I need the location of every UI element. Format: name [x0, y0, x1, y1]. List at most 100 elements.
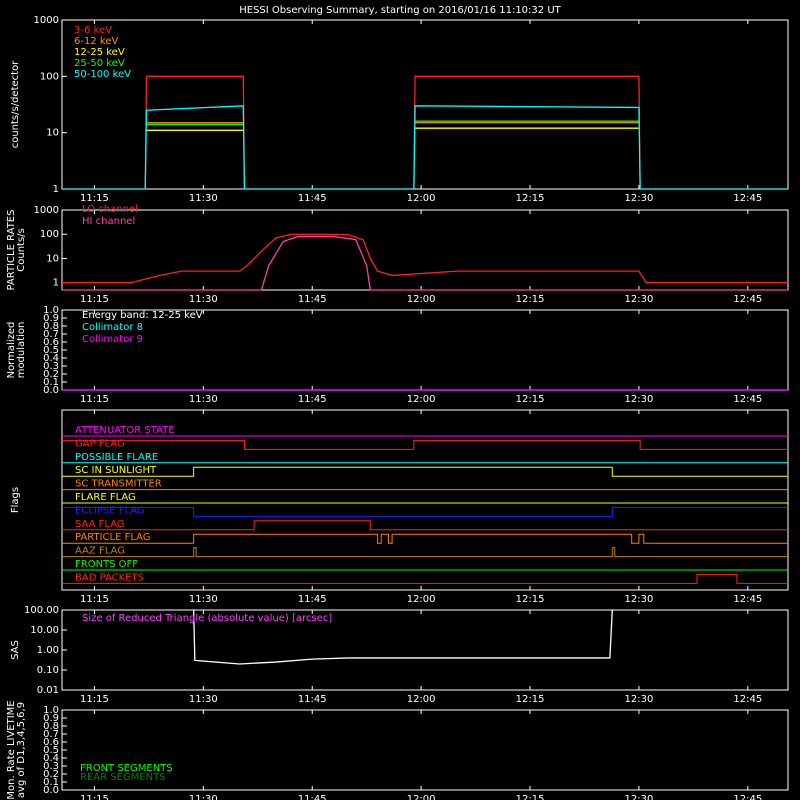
- x-tick-label: 11:45: [298, 594, 327, 605]
- x-tick-label: 11:30: [189, 694, 218, 705]
- y-tick-label: 1.0: [43, 705, 59, 716]
- x-tick-label: 12:30: [625, 694, 654, 705]
- flag-label: BAD PACKETS: [75, 572, 144, 583]
- plot-frame: [61, 309, 789, 391]
- y-axis-label: modulation: [16, 322, 27, 379]
- x-tick-label: 12:00: [407, 794, 436, 800]
- x-tick-label: 12:15: [516, 193, 545, 204]
- x-tick-label: 11:45: [298, 394, 327, 405]
- flag-label: FLARE FLAG: [75, 492, 136, 503]
- count-rates-panel: 11:15 11:30 11:45 12:00 12:15 12:30 12:45 1 10 10…: [10, 15, 789, 204]
- x-tick-label: 12:00: [407, 394, 436, 405]
- flag-label: FRONTS OFF: [75, 559, 138, 570]
- y-tick-label: 1.0: [43, 305, 59, 316]
- legend-label: 6-12 keV: [74, 36, 118, 47]
- flag-line: [62, 573, 788, 584]
- y-tick-label: 1.00: [37, 645, 59, 656]
- flag-line: [62, 533, 788, 544]
- plot-frame: [61, 709, 789, 791]
- plot-frame: [61, 209, 789, 291]
- series-line: [62, 233, 788, 284]
- particle-rates-panel: 11:15 11:30 11:45 12:00 12:15 12:30 12:45 1 10 10…: [6, 204, 789, 305]
- x-tick-label: 12:00: [407, 193, 436, 204]
- flag-label: SC IN SUNLIGHT: [75, 465, 157, 476]
- plot-frame: [61, 409, 789, 591]
- x-tick-label: 11:30: [189, 794, 218, 800]
- y-tick-label: 100: [40, 71, 59, 82]
- y-axis-label: SAS: [10, 640, 21, 660]
- x-tick-label: 12:45: [733, 193, 762, 204]
- x-tick-label: 12:45: [733, 694, 762, 705]
- series-line: [62, 105, 788, 190]
- legend-label: HI channel: [82, 216, 135, 227]
- legend-label: Collimator 8: [82, 322, 143, 333]
- legend-label: 3-6 keV: [74, 25, 112, 36]
- x-tick-label: 12:45: [733, 794, 762, 800]
- chart-title: HESSI Observing Summary, starting on 201…: [239, 5, 561, 16]
- x-tick-label: 12:30: [625, 193, 654, 204]
- x-tick-label: 12:30: [625, 394, 654, 405]
- flag-label: ATTENUATOR STATE: [75, 425, 175, 436]
- x-tick-label: 11:45: [298, 294, 327, 305]
- legend-label: 12-25 keV: [74, 47, 125, 58]
- flag-line: [62, 520, 788, 531]
- legend-label: 50-100 keV: [74, 69, 131, 80]
- y-axis-label: avg of D1,3,4,5,6,9: [16, 702, 27, 798]
- y-tick-label: 100.00: [24, 605, 59, 616]
- flag-label: PARTICLE FLAG: [75, 532, 151, 543]
- modulation-panel: 11:15 11:30 11:45 12:00 12:15 12:30 12:450.00.…: [6, 305, 789, 405]
- x-tick-label: 11:15: [80, 694, 109, 705]
- y-tick-label: 100: [40, 229, 59, 240]
- x-tick-label: 12:45: [733, 394, 762, 405]
- y-axis-label: Flags: [10, 487, 21, 513]
- x-tick-label: 12:00: [407, 594, 436, 605]
- flag-label: SC TRANSMITTER: [75, 479, 162, 490]
- x-tick-label: 11:15: [80, 794, 109, 800]
- y-tick-label: 10: [46, 253, 59, 264]
- sas-panel: 11:15 11:30 11:45 12:00 12:15 12:30 12:45 0.01 0…: [10, 605, 789, 705]
- x-tick-label: 12:30: [625, 294, 654, 305]
- x-tick-label: 12:15: [516, 694, 545, 705]
- flag-line: [62, 439, 788, 450]
- x-tick-label: 11:45: [298, 694, 327, 705]
- x-tick-label: 12:00: [407, 694, 436, 705]
- y-tick-label: 1000: [34, 15, 59, 26]
- legend-label: Collimator 9: [82, 334, 143, 345]
- x-tick-label: 11:45: [298, 794, 327, 800]
- flag-label: SAA FLAG: [75, 519, 125, 530]
- x-tick-label: 11:30: [189, 294, 218, 305]
- legend-label: Size of Reduced Triangle (absolute value…: [82, 613, 332, 624]
- x-tick-label: 11:30: [189, 594, 218, 605]
- y-tick-label: 1000: [34, 205, 59, 216]
- flag-line: [62, 547, 788, 558]
- legend-label: 25-50 keV: [74, 58, 125, 69]
- legend-label: LO channel: [82, 204, 138, 215]
- x-tick-label: 12:45: [733, 594, 762, 605]
- y-axis-label: counts/s/detector: [10, 60, 21, 148]
- series-line: [62, 235, 788, 291]
- x-tick-label: 11:30: [189, 394, 218, 405]
- y-tick-label: 1: [53, 278, 59, 289]
- x-tick-label: 12:00: [407, 294, 436, 305]
- flag-label: POSSIBLE FLARE: [75, 452, 158, 463]
- flag-line: [62, 466, 788, 477]
- livetime-panel: 11:15 11:30 11:45 12:00 12:15 12:30 12:450.00.…: [6, 700, 789, 800]
- x-tick-label: 11:15: [80, 294, 109, 305]
- x-tick-label: 11:30: [189, 193, 218, 204]
- x-tick-label: 11:15: [80, 394, 109, 405]
- x-tick-label: 11:45: [298, 193, 327, 204]
- flag-label: ECLIPSE FLAG: [75, 505, 145, 516]
- x-tick-label: 12:30: [625, 594, 654, 605]
- y-tick-label: 0.01: [37, 685, 59, 696]
- x-tick-label: 12:30: [625, 794, 654, 800]
- x-tick-label: 11:15: [80, 193, 109, 204]
- flag-label: AAZ FLAG: [75, 546, 125, 557]
- y-axis-label: Counts/s: [16, 228, 27, 272]
- hessi-summary-chart: HESSI Observing Summary, starting on 201…: [6, 5, 789, 800]
- x-tick-label: 12:15: [516, 594, 545, 605]
- y-tick-label: 10.00: [30, 625, 59, 636]
- flag-line: [62, 506, 788, 517]
- legend-label: Energy band: 12-25 keV: [82, 310, 203, 321]
- series-line: [62, 75, 788, 190]
- x-tick-label: 12:15: [516, 294, 545, 305]
